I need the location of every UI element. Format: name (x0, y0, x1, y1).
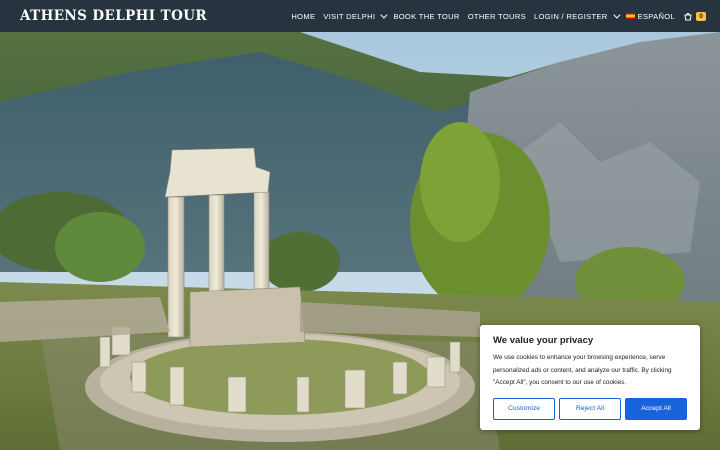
cart-button[interactable]: 0 (683, 11, 706, 21)
cart-icon (684, 12, 692, 21)
chevron-down-icon (612, 11, 621, 19)
language-switcher[interactable]: Español (622, 12, 679, 21)
nav-item-label: Visit Delphi (323, 11, 376, 21)
cookie-consent-banner: We value your privacy We use cookies to … (480, 325, 700, 430)
accept-all-button[interactable]: Accept All (625, 397, 687, 420)
cookie-title: We value your privacy (493, 335, 594, 346)
nav-item-label: Book the Tour (393, 11, 460, 21)
site-logo[interactable]: Athens Delphi Tour (20, 8, 207, 24)
top-navigation: Athens Delphi Tour Home Visit Delphi Boo… (0, 0, 720, 32)
nav-item-other-tours[interactable]: Other Tours (464, 12, 530, 21)
spain-flag-icon (625, 13, 635, 19)
language-label: Español (637, 11, 675, 21)
nav-item-home[interactable]: Home (287, 12, 319, 21)
main-menu: Home Visit Delphi Book the Tour Other To… (287, 11, 706, 21)
nav-item-label: Login / Register (534, 11, 608, 21)
nav-item-login-register[interactable]: Login / Register (530, 11, 622, 21)
cart-count-badge: 0 (696, 11, 706, 21)
nav-item-label: Other Tours (467, 11, 526, 21)
nav-item-visit-delphi[interactable]: Visit Delphi (319, 11, 389, 21)
customize-button[interactable]: Customize (493, 397, 555, 420)
chevron-down-icon (380, 11, 388, 19)
nav-item-book-the-tour[interactable]: Book the Tour (389, 12, 463, 21)
reject-all-button[interactable]: Reject All (559, 397, 621, 420)
cookie-message: We use cookies to enhance your browsing … (493, 354, 672, 387)
nav-item-label: Home (291, 11, 316, 21)
cookie-buttons: Customize Reject All Accept All (493, 397, 687, 420)
